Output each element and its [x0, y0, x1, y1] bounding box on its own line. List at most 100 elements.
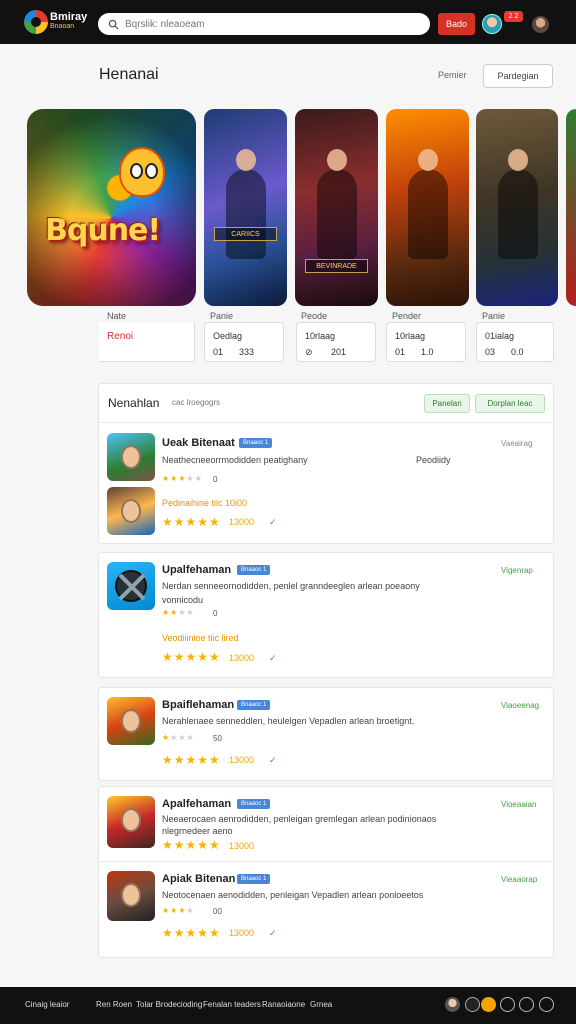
app-icon[interactable]: [107, 697, 155, 745]
logo-subtitle: Bnaoan: [50, 23, 75, 30]
dot-icon[interactable]: [465, 997, 480, 1012]
info-card[interactable]: 10rlaag ⊘ 201: [296, 322, 376, 362]
logo-text[interactable]: Bmiray Bnaoan: [50, 12, 92, 32]
star-rating: ★★★★★: [162, 753, 221, 767]
character-image: [121, 709, 141, 733]
info-card[interactable]: Oedlag 01 333: [204, 322, 284, 362]
profile-icon[interactable]: [445, 997, 460, 1012]
footer-link[interactable]: Ranaoiaone: [262, 1000, 305, 1009]
app-description: Nerahlenaee senneddlen, heulelgen Vepadl…: [162, 716, 415, 726]
game-art-5[interactable]: [566, 109, 576, 306]
info-card-sub: 1.0: [421, 347, 434, 357]
info-card-sub: 01: [395, 347, 406, 357]
info-caption: Peode: [301, 311, 328, 321]
hero-figure-image: [408, 149, 448, 259]
app-link[interactable]: Vioeaaian: [501, 800, 536, 809]
header-link[interactable]: Pemier: [438, 70, 467, 80]
app-icon[interactable]: [107, 487, 155, 535]
app-link[interactable]: Vigenrap: [501, 566, 533, 575]
hero-figure-image: [498, 149, 538, 259]
info-card[interactable]: 10rlaag 01 1.0: [386, 322, 466, 362]
info-card-sub: 01: [213, 347, 224, 357]
secondary-avatar[interactable]: [532, 16, 549, 33]
app-list-panel: Apalfehaman Bnaaoc 1 Vioeaaian Neeaeroca…: [98, 786, 555, 958]
app-tag: Bnaaoc 1: [239, 438, 273, 448]
app-name[interactable]: Ueak Bitenaat: [162, 437, 235, 449]
mini-rating-count: 0: [213, 475, 218, 484]
user-avatar[interactable]: [482, 14, 502, 34]
app-name[interactable]: Apiak Bitenan: [162, 873, 235, 885]
game-art-2[interactable]: BEVINRADE: [295, 109, 378, 306]
star-rating: ★★★★★: [162, 515, 221, 529]
mini-star-rating: ★★★★: [162, 906, 195, 915]
app-icon[interactable]: [107, 433, 155, 481]
search-icon: [108, 19, 119, 30]
game-art-label: BEVINRADE: [305, 259, 368, 273]
app-icon[interactable]: [107, 562, 155, 610]
top-bar: Bmiray Bnaoan Bado 2 2: [0, 0, 576, 44]
help-icon[interactable]: [539, 997, 554, 1012]
search-input[interactable]: [125, 18, 425, 30]
app-tag: Bnaaoc 1: [237, 565, 271, 575]
check-icon: ✓: [269, 517, 277, 527]
info-value-red: Renoi: [107, 331, 134, 342]
app-side-text: Peodiidy: [416, 455, 451, 465]
app-link[interactable]: Vieaaorap: [501, 875, 537, 884]
app-icon[interactable]: [107, 871, 155, 921]
character-image: [121, 445, 141, 469]
app-description: Neeaerocaen aenrodidden, penleigan greml…: [162, 814, 437, 824]
coin-icon[interactable]: [481, 997, 496, 1012]
mini-star-rating: ★★★★★: [162, 474, 203, 483]
featured-carousel: Bqune! CARIICS BEVINRADE: [0, 108, 576, 308]
app-description: Neotocenaen aenodidden, penleigan Vepadl…: [162, 890, 424, 900]
footer-link[interactable]: Grnea: [310, 1000, 332, 1009]
footer-link[interactable]: Cinaig leaior: [25, 1000, 69, 1009]
character-image: [121, 499, 141, 523]
top-action-button[interactable]: Bado: [438, 13, 475, 35]
app-description-line2: vonnicodu: [162, 595, 204, 605]
footer: Cinaig leaior Ren Roen Tolar Brodeciodin…: [0, 987, 576, 1024]
check-icon: ✓: [269, 653, 277, 663]
check-icon: ✓: [269, 928, 277, 938]
header-button[interactable]: Pardegian: [483, 64, 553, 88]
info-caption: Panie: [482, 311, 506, 321]
info-caption: Panie: [210, 311, 234, 321]
display-button[interactable]: Dorplan leac: [475, 394, 545, 413]
app-name[interactable]: Upalfehaman: [162, 564, 231, 576]
featured-game-title: Bqune!: [45, 213, 161, 248]
app-logo-icon[interactable]: [24, 10, 48, 34]
filter-button[interactable]: Panelan: [424, 394, 470, 413]
game-art-label: CARIICS: [214, 227, 277, 241]
app-subtitle: Veodiiinioe tiic lired: [162, 633, 239, 643]
app-tag: Bnaaoc 1: [237, 799, 271, 809]
info-card-sub: ⊘: [305, 347, 313, 357]
info-card[interactable]: 01ialag 03 0.0: [476, 322, 554, 362]
character-image: [121, 883, 141, 907]
game-art-1[interactable]: CARIICS: [204, 109, 287, 306]
info-card-sub: 333: [239, 347, 255, 357]
featured-game-art[interactable]: Bqune!: [27, 109, 196, 306]
footer-link[interactable]: Ren Roen: [96, 1000, 132, 1009]
chat-icon[interactable]: [500, 997, 515, 1012]
game-art-4[interactable]: [476, 109, 558, 306]
character-image: [121, 808, 141, 832]
app-name[interactable]: Apalfehaman: [162, 798, 231, 810]
game-art-3[interactable]: [386, 109, 469, 306]
notification-badge[interactable]: 2 2: [504, 11, 523, 22]
app-link[interactable]: Viaoeenag: [501, 701, 539, 710]
settings-icon[interactable]: [519, 997, 534, 1012]
section-subtitle: cac lroegogrs: [172, 398, 221, 407]
footer-link[interactable]: Fenalan teaders: [203, 1000, 261, 1009]
app-icon[interactable]: [107, 796, 155, 848]
app-description: Neathecneeorrmodidden peatighany: [162, 455, 308, 465]
info-caption: Pender: [392, 311, 422, 321]
app-list-panel: Nenahlan cac lroegogrs Panelan Dorplan l…: [98, 383, 555, 544]
app-name[interactable]: Bpaiflehaman: [162, 699, 234, 711]
app-link[interactable]: Vaeairag: [501, 439, 532, 448]
star-rating: ★★★★★: [162, 926, 221, 940]
search-bar[interactable]: [98, 13, 430, 35]
mascot-image: [119, 147, 165, 197]
rating-count: 13000: [229, 841, 255, 851]
footer-link[interactable]: Tolar Brodecioding: [136, 1000, 202, 1009]
rating-count: 13000: [229, 755, 255, 765]
